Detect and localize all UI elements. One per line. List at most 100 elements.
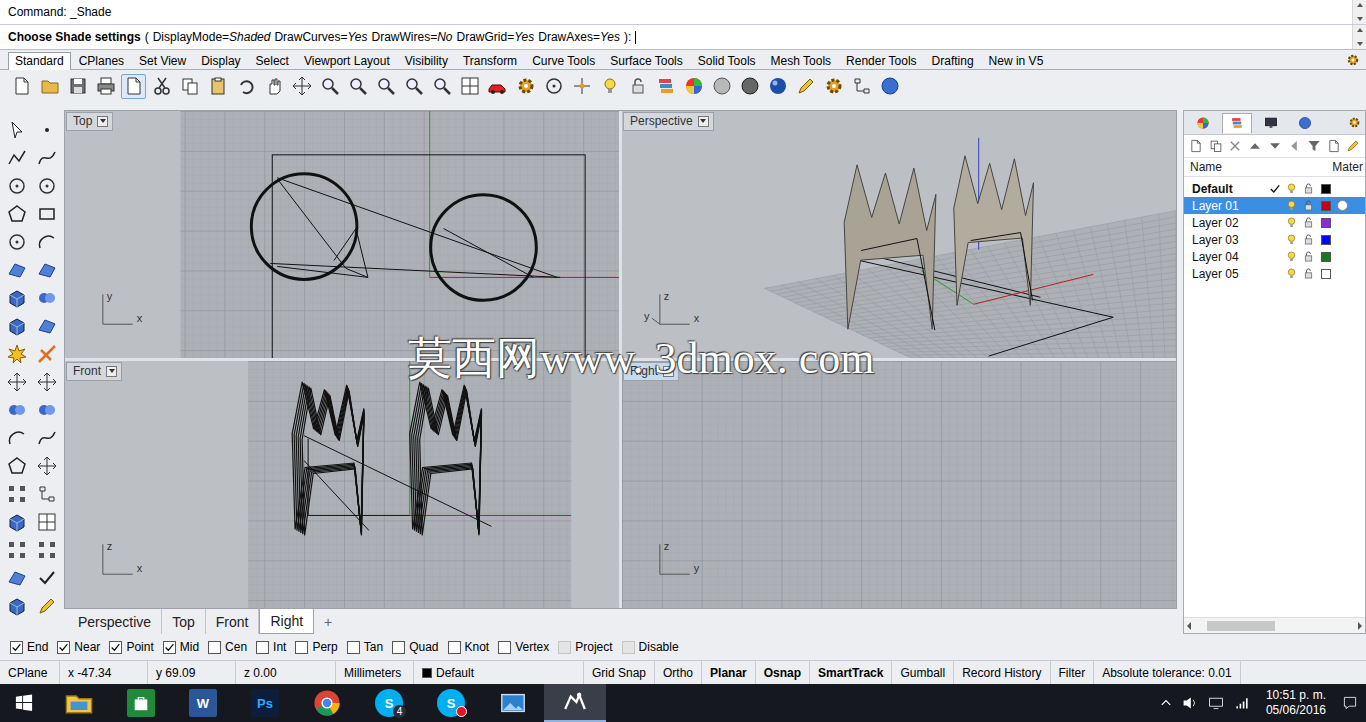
toolbar-tab[interactable]: Drafting xyxy=(925,52,981,70)
toolbar-tab[interactable]: Solid Tools xyxy=(691,52,763,70)
checkbox[interactable] xyxy=(498,641,511,654)
viewport-label[interactable]: Right xyxy=(623,362,679,381)
taskbar-app[interactable]: Ps xyxy=(234,684,296,722)
layer-name[interactable]: Layer 02 xyxy=(1192,216,1266,230)
checkbox[interactable] xyxy=(256,641,269,654)
toolbar-button[interactable] xyxy=(177,74,202,99)
checkbox[interactable] xyxy=(295,641,308,654)
osnap-option[interactable]: Perp xyxy=(295,640,337,654)
units[interactable]: Millimeters xyxy=(336,661,414,684)
toolbar-button[interactable] xyxy=(37,74,62,99)
command-prompt[interactable]: Choose Shade settings(DisplayMode=Shaded… xyxy=(0,24,1366,49)
layer-lock[interactable] xyxy=(1300,214,1317,231)
toolbar-tab[interactable]: Render Tools xyxy=(839,52,924,70)
taskbar-app[interactable] xyxy=(110,684,172,722)
tool-button[interactable] xyxy=(33,172,61,200)
layer-color[interactable] xyxy=(1317,180,1334,197)
tool-button[interactable] xyxy=(3,116,31,144)
osnap-option[interactable]: Vertex xyxy=(498,640,549,654)
status-toggle[interactable]: Ortho xyxy=(655,661,702,684)
viewport-canvas[interactable]: zy xyxy=(622,361,1176,608)
layer-lock[interactable] xyxy=(1300,231,1317,248)
current-layer-mark[interactable] xyxy=(1266,214,1283,231)
layer-row[interactable]: Layer 02 xyxy=(1184,214,1365,231)
layer-material[interactable] xyxy=(1334,180,1351,197)
layer-color[interactable] xyxy=(1317,265,1334,282)
toolbar-button[interactable] xyxy=(709,74,734,99)
history-scrollbar[interactable] xyxy=(1352,0,1366,24)
checkbox[interactable] xyxy=(163,641,176,654)
tool-button[interactable] xyxy=(3,452,31,480)
viewport-canvas[interactable]: zxy xyxy=(622,111,1176,358)
current-layer-mark[interactable] xyxy=(1266,248,1283,265)
toolbar-button[interactable] xyxy=(289,74,314,99)
tool-button[interactable] xyxy=(3,368,31,396)
tool-button[interactable] xyxy=(33,396,61,424)
tool-button[interactable] xyxy=(3,508,31,536)
toolbar-button[interactable] xyxy=(261,74,286,99)
checkbox[interactable] xyxy=(208,641,221,654)
tool-button[interactable] xyxy=(33,312,61,340)
layer-material[interactable] xyxy=(1334,197,1351,214)
toolbar-button[interactable] xyxy=(457,74,482,99)
taskbar-app[interactable] xyxy=(544,684,606,722)
current-layer[interactable]: Default xyxy=(414,661,584,684)
toolbar-tab[interactable]: Visibility xyxy=(398,52,455,70)
toolbar-button[interactable] xyxy=(205,74,230,99)
prompt-option[interactable]: DrawCurves=Yes xyxy=(274,30,367,44)
layer-color[interactable] xyxy=(1317,197,1334,214)
layer-visibility[interactable] xyxy=(1283,265,1300,282)
tool-button[interactable] xyxy=(33,228,61,256)
tool-button[interactable] xyxy=(3,536,31,564)
checkbox[interactable] xyxy=(10,641,23,654)
checkbox[interactable] xyxy=(392,641,405,654)
viewport[interactable]: zxyPerspective xyxy=(622,111,1176,358)
tool-button[interactable] xyxy=(33,144,61,172)
taskbar-app[interactable] xyxy=(482,684,544,722)
layer-visibility[interactable] xyxy=(1283,231,1300,248)
panel-tab[interactable] xyxy=(1256,113,1286,133)
status-toggle[interactable]: Filter xyxy=(1051,661,1095,684)
status-toggle[interactable]: Osnap xyxy=(756,661,810,684)
tool-button[interactable] xyxy=(33,564,61,592)
toolbar-button[interactable] xyxy=(373,74,398,99)
layer-visibility[interactable] xyxy=(1283,197,1300,214)
toolbar-button[interactable] xyxy=(569,74,594,99)
osnap-option[interactable]: Int xyxy=(256,640,286,654)
layers-tool-button[interactable] xyxy=(1344,137,1362,155)
prompt-option[interactable]: DrawWires=No xyxy=(372,30,453,44)
layer-visibility[interactable] xyxy=(1283,214,1300,231)
layer-name[interactable]: Layer 04 xyxy=(1192,250,1266,264)
layer-lock[interactable] xyxy=(1300,180,1317,197)
toolbar-button[interactable] xyxy=(737,74,762,99)
add-viewport-tab[interactable]: + xyxy=(314,609,342,634)
toolbar-button[interactable] xyxy=(121,74,146,99)
taskbar-app[interactable]: S4 xyxy=(358,684,420,722)
tool-button[interactable] xyxy=(33,368,61,396)
tool-button[interactable] xyxy=(3,340,31,368)
layers-tool-button[interactable] xyxy=(1187,137,1205,155)
current-layer-mark[interactable] xyxy=(1266,265,1283,282)
status-toggle[interactable]: Grid Snap xyxy=(584,661,655,684)
layer-lock[interactable] xyxy=(1300,265,1317,282)
column-header[interactable]: Name xyxy=(1190,160,1332,174)
viewport-canvas[interactable]: yx xyxy=(65,111,619,358)
tool-button[interactable] xyxy=(3,144,31,172)
prompt-scrollbar[interactable] xyxy=(1352,25,1366,49)
tool-button[interactable] xyxy=(33,200,61,228)
viewport-label[interactable]: Top xyxy=(66,112,113,131)
viewport-tab[interactable]: Front xyxy=(206,609,260,634)
viewport[interactable]: zyRight xyxy=(622,361,1176,608)
tool-button[interactable] xyxy=(3,564,31,592)
tool-button[interactable] xyxy=(33,284,61,312)
start-button[interactable] xyxy=(0,684,48,722)
layer-row[interactable]: Layer 05 xyxy=(1184,265,1365,282)
toolbar-button[interactable] xyxy=(401,74,426,99)
layer-name[interactable]: Layer 05 xyxy=(1192,267,1266,281)
toolbar-button[interactable] xyxy=(9,74,34,99)
layer-name[interactable]: Default xyxy=(1192,182,1266,196)
tool-button[interactable] xyxy=(33,340,61,368)
tool-button[interactable] xyxy=(33,592,61,620)
checkbox[interactable] xyxy=(622,641,635,654)
speaker-icon[interactable] xyxy=(1182,695,1198,711)
